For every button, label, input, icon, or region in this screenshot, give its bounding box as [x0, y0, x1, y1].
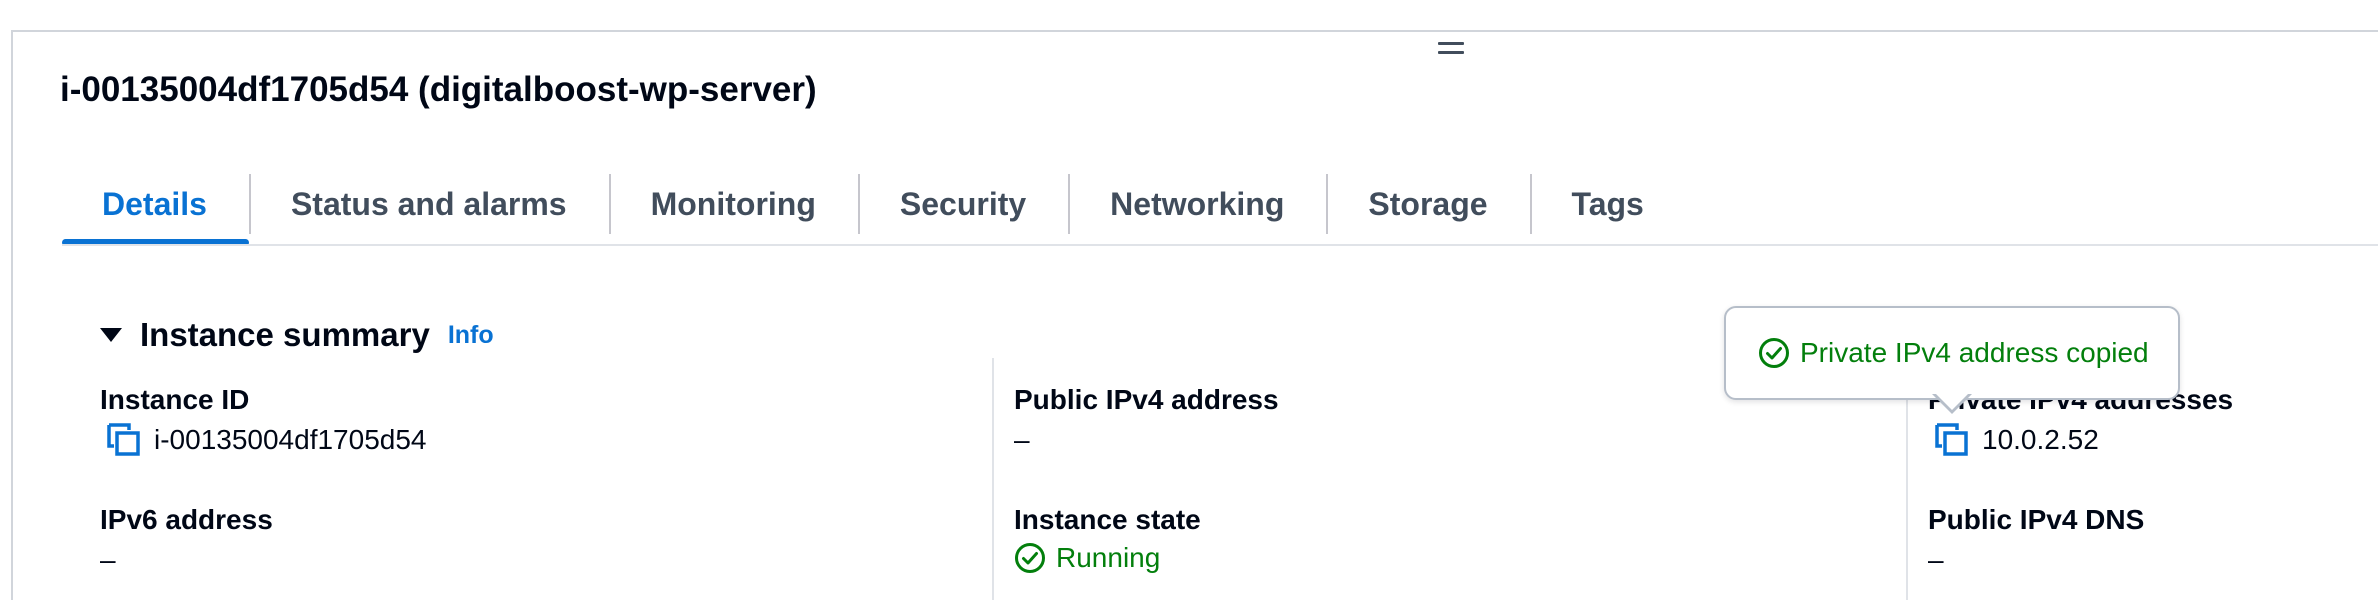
instance-id-value: i-00135004df1705d54 [106, 422, 426, 458]
private-ipv4-text: 10.0.2.52 [1982, 424, 2099, 455]
caret-down-icon[interactable] [100, 328, 122, 342]
tab-list: Details Status and alarms Monitoring Sec… [62, 170, 1686, 246]
tab-storage[interactable]: Storage [1326, 170, 1529, 238]
tab-networking[interactable]: Networking [1068, 170, 1326, 238]
instance-state-value: Running [1014, 542, 1160, 574]
instance-id-text: i-00135004df1705d54 [154, 424, 427, 455]
instance-state-text: Running [1056, 542, 1161, 573]
popover-text: Private IPv4 address copied [1800, 337, 2149, 368]
private-ipv4-value: 10.0.2.52 [1934, 422, 2099, 458]
panel-top-border [11, 30, 2378, 32]
tabs-divider [62, 244, 2378, 246]
popover-message: Private IPv4 address copied [1726, 337, 2149, 369]
instance-summary-header[interactable]: Instance summary Info [100, 316, 494, 354]
tab-status-and-alarms[interactable]: Status and alarms [248, 170, 609, 238]
tab-monitoring[interactable]: Monitoring [608, 170, 858, 238]
page-title: i-00135004df1705d54 (digitalboost-wp-ser… [60, 70, 817, 109]
public-ipv4-dns-value: – [1928, 544, 1944, 575]
copy-icon[interactable] [1934, 422, 1970, 458]
instance-id-label: Instance ID [100, 384, 250, 415]
tab-security[interactable]: Security [857, 170, 1068, 238]
column-divider [992, 358, 994, 600]
public-ipv4-dns-label: Public IPv4 DNS [1928, 504, 2145, 535]
instance-state-label: Instance state [1014, 504, 1201, 535]
check-circle-icon [1759, 338, 1789, 368]
panel-left-border [11, 30, 13, 600]
popover-arrow-fill [1934, 392, 1970, 410]
public-ipv4-value: – [1014, 424, 1030, 455]
resize-handle[interactable] [1438, 42, 1464, 56]
info-link[interactable]: Info [448, 321, 494, 350]
public-ipv4-label: Public IPv4 address [1014, 384, 1279, 415]
section-title: Instance summary [140, 316, 430, 353]
ipv6-label: IPv6 address [100, 504, 273, 535]
tab-details[interactable]: Details [62, 170, 249, 246]
ipv6-value: – [100, 544, 116, 575]
copy-confirmation-popover: Private IPv4 address copied [1724, 306, 2180, 400]
tab-tags[interactable]: Tags [1529, 170, 1686, 238]
check-circle-icon [1015, 543, 1045, 573]
copy-icon[interactable] [106, 422, 142, 458]
